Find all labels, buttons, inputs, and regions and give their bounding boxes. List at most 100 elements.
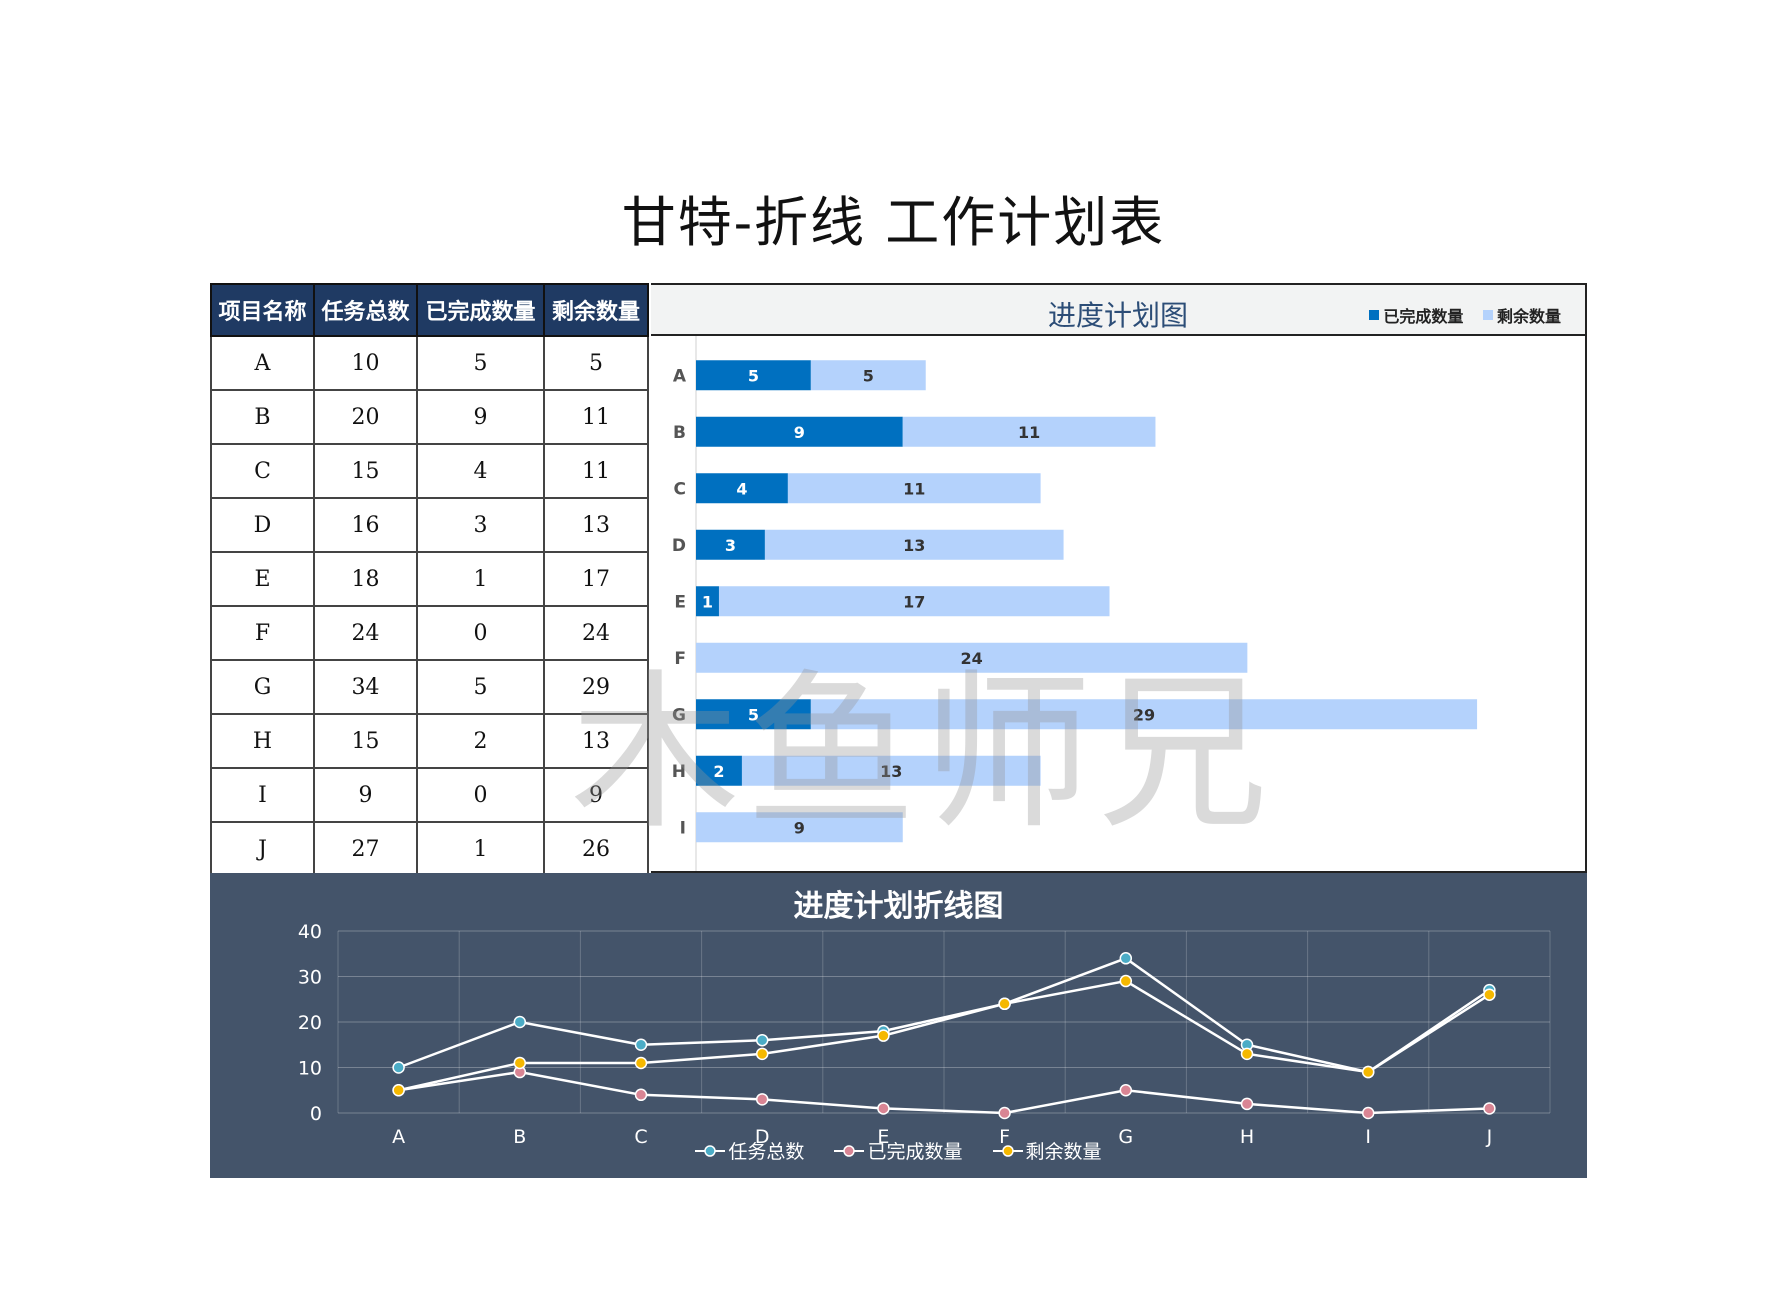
table-cell: 11 <box>543 443 649 499</box>
legend-swatch-remaining <box>1482 310 1493 320</box>
legend-marker-total <box>695 1144 726 1157</box>
line-chart-legend: 任务总数 已完成数量 剩余数量 <box>210 1137 1587 1164</box>
line-point <box>877 1102 890 1115</box>
bar-data-label: 3 <box>725 536 736 555</box>
bar-data-label: 4 <box>736 479 747 498</box>
bar-category-label: B <box>673 423 686 443</box>
bar-category-label: C <box>674 479 686 499</box>
line-point <box>513 1015 527 1029</box>
table-header-cell: 项目名称 <box>210 283 315 337</box>
table-header-cell: 任务总数 <box>313 283 418 337</box>
line-chart-title: 进度计划折线图 <box>793 889 1004 924</box>
table-header-cell: 已完成数量 <box>416 283 545 337</box>
table-cell: 5 <box>543 335 649 391</box>
table-header-row: 项目名称 任务总数 已完成数量 剩余数量 <box>210 283 649 337</box>
table-cell: 5 <box>416 659 545 715</box>
line-y-tick-label: 30 <box>298 967 322 989</box>
table-cell: 17 <box>543 551 649 607</box>
legend-marker-done <box>834 1144 865 1157</box>
legend-label-remaining: 剩余数量 <box>1025 1141 1102 1163</box>
legend-item-done: 已完成数量 <box>1369 303 1463 327</box>
table-cell: E <box>210 551 315 607</box>
line-point <box>1483 1102 1496 1115</box>
legend-item-remaining: 剩余数量 <box>1482 303 1561 327</box>
table-cell: G <box>210 659 315 715</box>
line-point <box>513 1056 527 1070</box>
legend-item-remaining: 剩余数量 <box>992 1137 1102 1164</box>
table-cell: 27 <box>313 821 418 877</box>
line-point <box>1361 1065 1375 1079</box>
legend-item-total: 任务总数 <box>695 1137 804 1164</box>
table-cell: 3 <box>416 497 545 553</box>
line-point <box>755 1093 769 1106</box>
line-point <box>634 1088 648 1102</box>
bar-data-label: 5 <box>748 366 759 385</box>
table-cell: 16 <box>313 497 418 553</box>
bar-data-label: 9 <box>794 423 805 442</box>
line-y-tick-label: 20 <box>298 1012 322 1034</box>
legend-label-done: 已完成数量 <box>867 1141 963 1163</box>
legend-item-done: 已完成数量 <box>834 1137 963 1164</box>
bar-data-label: 17 <box>903 592 925 611</box>
legend-label-total: 任务总数 <box>728 1141 805 1163</box>
line-y-tick-label: 10 <box>298 1058 322 1080</box>
table-cell: 20 <box>313 389 418 445</box>
table-cell: D <box>210 497 315 553</box>
table-cell: 11 <box>543 389 649 445</box>
line-point <box>998 997 1011 1011</box>
table-cell: A <box>210 335 315 391</box>
line-point <box>1361 1106 1375 1120</box>
table-cell: 9 <box>313 767 418 823</box>
table-cell: 1 <box>416 821 545 877</box>
table-cell: 15 <box>313 443 418 499</box>
bar-category-label: A <box>673 366 687 386</box>
watermark: 木鱼师兄 <box>570 655 1275 853</box>
table-cell: 5 <box>416 335 545 391</box>
page-title: 甘特-折线 工作计划表 <box>621 191 1166 254</box>
line-point <box>1240 1097 1254 1111</box>
legend-swatch-done <box>1369 310 1380 320</box>
bar-data-label: 1 <box>702 592 713 611</box>
table-cell: 18 <box>313 551 418 607</box>
bar-chart-header: 进度计划图 已完成数量 剩余数量 <box>651 285 1585 336</box>
legend-label-done: 已完成数量 <box>1383 307 1464 326</box>
table-cell: 4 <box>416 443 545 499</box>
line-y-tick-label: 0 <box>310 1103 322 1125</box>
table-cell: 0 <box>416 767 545 823</box>
table-cell: I <box>210 767 315 823</box>
bar-data-label: 13 <box>903 536 925 555</box>
table-cell: 34 <box>313 659 418 715</box>
bar-data-label: 11 <box>1018 423 1040 442</box>
line-point <box>634 1038 648 1051</box>
legend-marker-remaining <box>992 1144 1023 1157</box>
line-point <box>1119 1084 1133 1097</box>
bar-data-label: 11 <box>903 479 925 498</box>
line-point <box>1119 974 1133 988</box>
table-header-cell: 剩余数量 <box>543 283 649 337</box>
line-point <box>755 1047 769 1061</box>
line-point <box>877 1029 890 1042</box>
table-cell: F <box>210 605 315 661</box>
table-cell: 1 <box>416 551 545 607</box>
bar-chart-legend: 已完成数量 剩余数量 <box>1355 303 1561 327</box>
line-point <box>1240 1047 1254 1061</box>
bar-data-label: 5 <box>863 366 874 385</box>
bar-category-label: D <box>672 536 686 556</box>
legend-label-remaining: 剩余数量 <box>1496 307 1561 326</box>
table-cell: H <box>210 713 315 769</box>
line-point <box>998 1106 1011 1120</box>
table-row: A 10 5 5 <box>210 335 649 391</box>
table-cell: 24 <box>313 605 418 661</box>
table-row: E 18 1 17 <box>210 551 649 607</box>
table-cell: J <box>210 821 315 877</box>
line-point <box>392 1061 405 1074</box>
table-cell: 13 <box>543 497 649 553</box>
line-chart: 0 10 20 30 40 A B C D E F G H I J 进度计划折线图 任务总数 已完成数量 剩… <box>210 873 1587 1178</box>
table-cell: C <box>210 443 315 499</box>
line-point <box>1483 988 1496 1001</box>
line-point <box>392 1084 405 1097</box>
line-point <box>755 1033 769 1047</box>
table-cell: 2 <box>416 713 545 769</box>
table-cell: 9 <box>416 389 545 445</box>
table-cell: B <box>210 389 315 445</box>
